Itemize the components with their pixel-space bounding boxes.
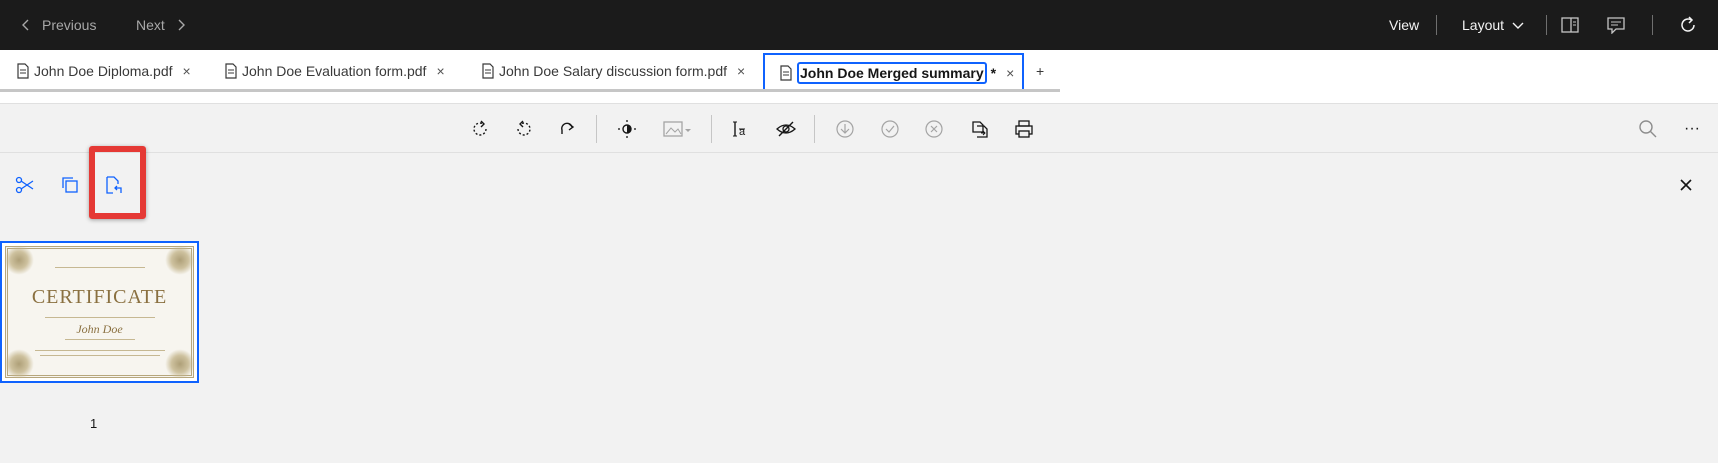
tab-diploma[interactable]: John Doe Diploma.pdf × — [16, 50, 191, 92]
decor-line — [64, 339, 135, 340]
document-toolbar: a ··· — [0, 105, 1718, 153]
document-icon — [225, 63, 237, 79]
download-icon[interactable] — [833, 117, 857, 141]
tab-label: John Doe Salary discussion form.pdf — [499, 63, 727, 79]
unsaved-marker: * — [990, 64, 997, 81]
next-label: Next — [136, 17, 165, 33]
view-label: View — [1389, 17, 1420, 33]
search-icon[interactable] — [1636, 117, 1660, 141]
divider — [1436, 15, 1437, 35]
svg-text:a: a — [739, 126, 746, 138]
layout-menu[interactable]: Layout — [1462, 0, 1524, 50]
text-recognition-icon[interactable]: a — [730, 117, 754, 141]
tab-scrollbar[interactable] — [0, 89, 1060, 92]
close-tab-icon[interactable]: × — [183, 63, 191, 79]
rotate-counterclockwise-icon[interactable] — [512, 117, 536, 141]
certificate-title: CERTIFICATE — [31, 286, 168, 308]
side-panel-icon[interactable] — [1560, 15, 1580, 35]
ornament — [165, 349, 195, 379]
highlight-box — [89, 146, 146, 219]
tab-evaluation-form[interactable]: John Doe Evaluation form.pdf × — [224, 50, 445, 92]
ornament — [165, 245, 195, 275]
divider — [1546, 15, 1547, 35]
divider — [814, 115, 815, 143]
image-icon[interactable] — [660, 117, 696, 141]
ornament — [4, 349, 34, 379]
ornament — [4, 245, 34, 275]
close-tab-icon[interactable]: × — [737, 63, 745, 79]
checkmark-icon[interactable] — [878, 117, 902, 141]
redo-icon[interactable] — [556, 117, 580, 141]
decor-line — [44, 317, 155, 318]
tab-merged-summary[interactable]: John Doe Merged summary * × — [763, 53, 1025, 92]
previous-button[interactable]: Previous — [20, 0, 96, 50]
document-icon — [17, 63, 29, 79]
cut-icon[interactable] — [13, 173, 37, 197]
chevron-down-icon — [1512, 22, 1524, 29]
tab-bar: John Doe Diploma.pdf × John Doe Evaluati… — [0, 50, 1718, 104]
top-bar: Previous Next View Layout — [0, 0, 1718, 50]
view-menu[interactable]: View — [1389, 0, 1419, 50]
certificate-name: John Doe — [76, 322, 123, 336]
page-thumbnail[interactable]: CERTIFICATE John Doe — [0, 241, 199, 383]
layout-label: Layout — [1462, 17, 1505, 33]
chevron-right-icon — [178, 19, 185, 31]
previous-label: Previous — [42, 17, 97, 33]
divider — [596, 115, 597, 143]
document-icon — [780, 64, 792, 81]
close-icon[interactable] — [1674, 173, 1698, 197]
next-button[interactable]: Next — [136, 0, 187, 50]
refresh-icon[interactable] — [1678, 15, 1698, 35]
copy-icon[interactable] — [58, 173, 82, 197]
tab-label: John Doe Evaluation form.pdf — [242, 63, 427, 79]
tab-salary-discussion-form[interactable]: John Doe Salary discussion form.pdf × — [481, 50, 745, 92]
document-icon — [482, 63, 494, 79]
decor-line — [39, 355, 160, 356]
comment-icon[interactable] — [1606, 15, 1626, 35]
close-tab-icon[interactable]: × — [436, 63, 444, 79]
certificate-preview: CERTIFICATE John Doe — [4, 245, 195, 379]
chevron-left-icon — [22, 19, 29, 31]
close-tab-icon[interactable]: × — [1006, 65, 1014, 81]
add-tab-button[interactable]: + — [1036, 50, 1044, 92]
tab-label: John Doe Diploma.pdf — [34, 63, 173, 79]
tab-title-input[interactable]: John Doe Merged summary — [797, 61, 987, 84]
divider — [1652, 15, 1653, 35]
page-number: 1 — [90, 416, 98, 431]
hide-icon[interactable] — [774, 117, 798, 141]
extract-pages-icon[interactable] — [968, 117, 992, 141]
decor-line — [34, 350, 165, 351]
decor-line — [54, 267, 145, 268]
brightness-icon[interactable] — [615, 117, 639, 141]
rotate-clockwise-icon[interactable] — [468, 117, 492, 141]
cancel-icon[interactable] — [922, 117, 946, 141]
more-options-icon[interactable]: ··· — [1680, 117, 1704, 141]
divider — [711, 115, 712, 143]
print-icon[interactable] — [1012, 117, 1036, 141]
